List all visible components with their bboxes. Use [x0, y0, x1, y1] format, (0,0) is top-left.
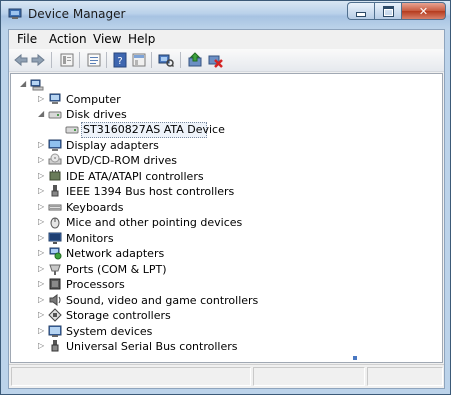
- window-title: Device Manager: [28, 7, 126, 21]
- expand-arrow-icon[interactable]: ▷: [38, 265, 46, 273]
- expand-arrow-icon[interactable]: ▷: [38, 218, 46, 226]
- tree-item-label: ST3160827AS ATA Device: [83, 123, 225, 136]
- expand-arrow-icon[interactable]: ▷: [38, 95, 46, 103]
- tree-item-label: Disk drives: [66, 108, 127, 121]
- uninstall-icon[interactable]: [207, 52, 223, 68]
- speaker-icon: [49, 294, 61, 306]
- mouse-icon: [50, 217, 60, 229]
- properties-icon[interactable]: [59, 52, 75, 68]
- expand-arrow-icon[interactable]: ▷: [38, 141, 46, 149]
- keyboard-icon: [48, 204, 62, 211]
- expand-arrow-icon[interactable]: ▷: [38, 327, 46, 335]
- monitor-icon: [48, 232, 62, 244]
- toolbar-separator: [51, 52, 52, 68]
- menu-file[interactable]: File: [17, 32, 37, 46]
- tree-item-label: Monitors: [66, 232, 114, 245]
- tree-item-label: IDE ATA/ATAPI controllers: [66, 170, 204, 183]
- expand-arrow-icon[interactable]: ▷: [38, 296, 46, 304]
- menu-view[interactable]: View: [93, 32, 121, 46]
- storage-controller-icon: [48, 308, 62, 322]
- help-icon[interactable]: ?: [112, 52, 128, 68]
- expand-arrow-icon[interactable]: ▷: [38, 187, 46, 195]
- minimize-button[interactable]: [347, 2, 374, 20]
- svg-text:?: ?: [117, 56, 122, 67]
- tree-item-label: Sound, video and game controllers: [66, 294, 259, 307]
- device-manager-icon: [8, 8, 22, 19]
- tree-item-label: Network adapters: [66, 247, 165, 260]
- tree-item-label: Keyboards: [66, 201, 124, 214]
- expand-arrow-icon[interactable]: ▷: [38, 172, 46, 180]
- disk-drive-icon: [65, 126, 79, 134]
- device-tree: ◢ ▷ Computer ◢ Disk drives ST3160827AS A…: [10, 73, 443, 363]
- back-arrow-icon[interactable]: [13, 52, 29, 68]
- system-devices-icon: [48, 325, 62, 337]
- toolbar-separator: [180, 52, 181, 68]
- status-pane-right: [367, 367, 443, 386]
- expand-arrow-icon[interactable]: ▷: [38, 280, 46, 288]
- disk-drive-icon: [48, 111, 62, 119]
- tree-item-label: Processors: [66, 278, 125, 291]
- computer-root-icon: [30, 79, 44, 91]
- close-icon: ✕: [418, 4, 429, 18]
- tree-item-label: Mice and other pointing devices: [66, 216, 243, 229]
- maximize-icon: [382, 5, 394, 17]
- console-tree-icon[interactable]: [86, 52, 102, 68]
- network-adapter-icon: [49, 247, 62, 260]
- expand-arrow-icon[interactable]: ▷: [38, 249, 46, 257]
- expand-arrow-icon[interactable]: ▷: [38, 203, 46, 211]
- maximize-button[interactable]: [374, 2, 401, 20]
- tree-item-label: Storage controllers: [66, 309, 171, 322]
- expand-arrow-icon[interactable]: ▷: [38, 342, 46, 350]
- menu-bar: File Action View Help: [9, 30, 444, 48]
- port-icon: [49, 264, 61, 275]
- display-adapter-icon: [48, 139, 62, 151]
- tree-item-label: Ports (COM & LPT): [66, 263, 167, 276]
- toolbar-separator: [79, 52, 80, 68]
- status-pane-middle: [253, 367, 365, 386]
- tree-item-label: System devices: [66, 325, 153, 338]
- expand-arrow-icon[interactable]: ▷: [38, 156, 46, 164]
- collapse-arrow-icon[interactable]: ◢: [20, 80, 28, 88]
- status-pane-main: [11, 367, 251, 386]
- expand-arrow-icon[interactable]: ▷: [38, 234, 46, 242]
- caption-buttons: ✕: [347, 2, 446, 20]
- ieee1394-icon: [51, 185, 59, 197]
- tree-item-label: DVD/CD-ROM drives: [66, 154, 177, 167]
- close-button[interactable]: ✕: [401, 2, 446, 20]
- menu-help[interactable]: Help: [128, 32, 155, 46]
- processor-icon: [49, 278, 61, 290]
- collapse-arrow-icon[interactable]: ◢: [38, 110, 46, 118]
- dvd-drive-icon: [48, 153, 62, 165]
- computer-icon: [49, 93, 61, 104]
- resize-marker: [353, 356, 357, 360]
- toolbar-separator: [106, 52, 107, 68]
- tree-item-label: Universal Serial Bus controllers: [66, 340, 238, 353]
- client-area: File Action View Help ? ◢ ▷ Computer ◢ D…: [8, 29, 445, 389]
- toolbar-separator: [151, 52, 152, 68]
- tree-item-label: IEEE 1394 Bus host controllers: [66, 185, 235, 198]
- expand-arrow-icon[interactable]: ▷: [38, 311, 46, 319]
- update-driver-icon[interactable]: [187, 52, 203, 68]
- tree-item-label: Computer: [66, 93, 121, 106]
- forward-arrow-icon[interactable]: [30, 52, 46, 68]
- title-bar[interactable]: Device Manager ✕: [1, 1, 450, 29]
- menu-action[interactable]: Action: [49, 32, 87, 46]
- device-manager-window: Device Manager ✕ File Action View Help ?: [0, 0, 451, 395]
- scan-hardware-icon[interactable]: [158, 52, 174, 68]
- tree-item-label: Display adapters: [66, 139, 159, 152]
- ide-controller-icon: [49, 170, 61, 181]
- toolbar: ?: [9, 49, 444, 72]
- show-hide-icon[interactable]: [131, 52, 147, 68]
- status-bar: [9, 364, 444, 387]
- minimize-icon: [356, 11, 366, 17]
- usb-icon: [51, 340, 59, 352]
